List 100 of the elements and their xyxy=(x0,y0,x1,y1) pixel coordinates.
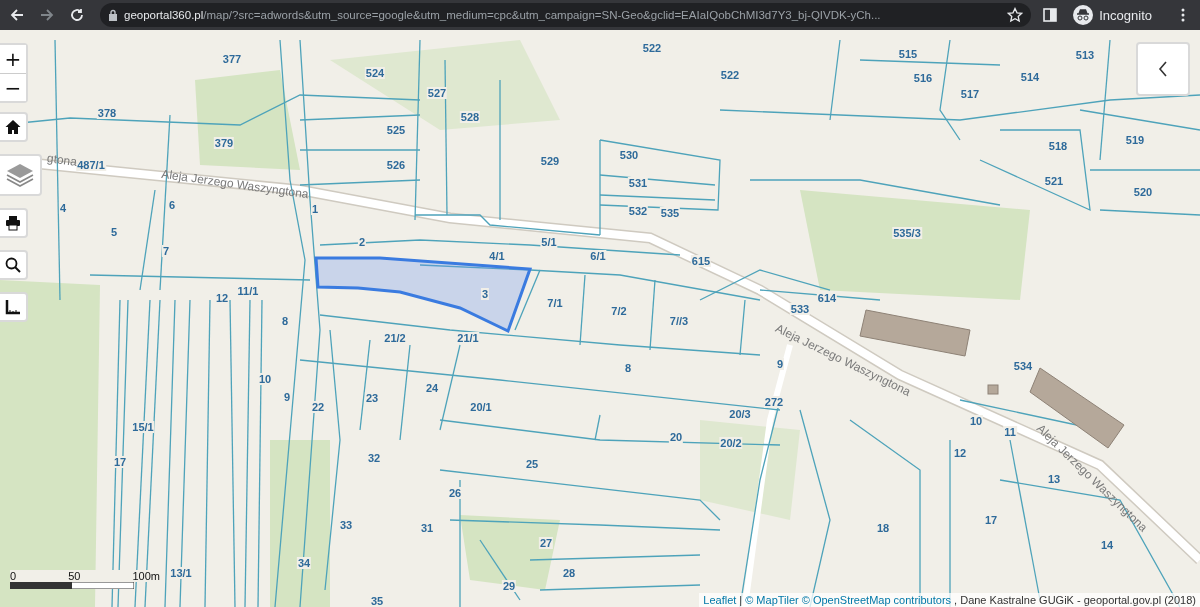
parcel-number: 517 xyxy=(959,88,981,100)
parcel-number: 31 xyxy=(419,522,435,534)
parcel-number: 11/1 xyxy=(236,285,260,297)
parcel-number: 615 xyxy=(690,255,712,267)
parcel-number: 13/1 xyxy=(169,567,193,579)
parcel-number: 20/1 xyxy=(469,401,493,413)
parcel-number: 513 xyxy=(1074,49,1096,61)
incognito-icon xyxy=(1073,5,1094,25)
parcel-number: 17 xyxy=(983,514,999,526)
print-button[interactable] xyxy=(0,208,28,238)
parcel-number: 20/2 xyxy=(719,437,743,449)
parcel-number: 22 xyxy=(310,401,326,413)
bookmark-star-icon[interactable] xyxy=(1007,7,1024,23)
ruler-icon xyxy=(5,299,21,315)
parcel-number: 35 xyxy=(369,595,385,607)
parcel-number: 528 xyxy=(459,111,481,123)
parcel-number: 25 xyxy=(524,458,540,470)
parcel-number: 7/1 xyxy=(546,297,564,309)
incognito-profile-button[interactable]: Incognito xyxy=(1073,5,1152,25)
leaflet-link[interactable]: Leaflet xyxy=(703,594,737,606)
parcel-number: 23 xyxy=(364,392,380,404)
parcel-number: 34 xyxy=(296,557,312,569)
parcel-number: 379 xyxy=(213,137,235,149)
parcel-number: 12 xyxy=(214,292,230,304)
scale-label: 50 xyxy=(68,570,81,582)
parcel-number: 13 xyxy=(1046,473,1062,485)
parcel-number: 26 xyxy=(447,487,463,499)
street-name: gtona xyxy=(46,151,78,169)
address-bar[interactable]: geoportal360.pl/map/?src=adwords&utm_source=google&utm_medium=cpc&utm_campaign=SN-Geo&gclid=EAIaIQobChMI3d7Y3_bj-QIVDK-yCh... xyxy=(100,3,1032,27)
measure-button[interactable] xyxy=(0,292,28,322)
parcel-number: 7/2 xyxy=(610,305,628,317)
parcel-number: 8 xyxy=(280,315,290,327)
parcel-number: 8 xyxy=(623,362,633,374)
parcel-number: 21/2 xyxy=(383,332,407,344)
home-button[interactable] xyxy=(0,112,28,142)
parcel-number: 6/1 xyxy=(589,250,607,262)
parcel-number: 514 xyxy=(1019,71,1041,83)
home-icon xyxy=(5,119,21,135)
parcel-number: 532 xyxy=(627,205,649,217)
parcel-number: 377 xyxy=(221,53,243,65)
search-button[interactable] xyxy=(0,250,28,280)
parcel-number: 272 xyxy=(763,396,785,408)
printer-icon xyxy=(5,215,21,231)
parcel-number: 20 xyxy=(668,431,684,443)
parcel-number: 28 xyxy=(561,567,577,579)
parcel-number: 535 xyxy=(659,207,681,219)
layers-icon xyxy=(6,162,34,188)
parcel-number: 2 xyxy=(357,236,367,248)
parcel-number: 527 xyxy=(426,87,448,99)
parcel-number: 526 xyxy=(385,159,407,171)
parcel-number: 11 xyxy=(1003,426,1017,438)
parcel-number: 378 xyxy=(96,107,118,119)
parcel-number: 529 xyxy=(539,155,561,167)
scale-label: 0 xyxy=(10,570,17,582)
parcel-number: 5 xyxy=(109,226,119,238)
parcel-number: 20/3 xyxy=(728,408,752,420)
parcel-number: 530 xyxy=(618,149,640,161)
parcel-number: 533 xyxy=(789,303,811,315)
parcel-number: 516 xyxy=(912,72,934,84)
parcel-number: 522 xyxy=(641,42,663,54)
attribution-separator: | xyxy=(739,594,743,606)
parcel-number: 521 xyxy=(1043,175,1065,187)
parcel-number: 9 xyxy=(282,391,292,403)
street-name: Aleja Jerzego Waszyngtona xyxy=(160,166,310,202)
zoom-out-button[interactable]: − xyxy=(0,73,26,101)
parcel-number: 524 xyxy=(364,67,386,79)
parcel-number: 21/1 xyxy=(456,332,480,344)
panel-toggle-button[interactable] xyxy=(1136,42,1190,96)
parcel-number: 15/1 xyxy=(131,421,155,433)
parcel-number: 18 xyxy=(875,522,891,534)
maptiler-link[interactable]: © MapTiler xyxy=(745,594,799,606)
parcel-number: 5/1 xyxy=(540,236,558,248)
parcel-number: 7//3 xyxy=(668,315,690,327)
parcel-number: 1 xyxy=(310,203,320,215)
parcel-number: 9 xyxy=(775,358,785,370)
url-text: geoportal360.pl/map/?src=adwords&utm_source=google&utm_medium=cpc&utm_campaign=SN-Geo&gclid=EAIaIQobChMI3d7Y3_bj-QIVDK-yCh... xyxy=(124,9,882,21)
parcel-number: 614 xyxy=(816,292,838,304)
parcel-number: 522 xyxy=(719,69,741,81)
chevron-left-icon xyxy=(1158,61,1168,77)
parcel-number: 33 xyxy=(338,519,354,531)
parcel-number: 519 xyxy=(1124,134,1146,146)
attribution-text: , Dane Kastralne GUGiK - geoportal.gov.pl (2018) xyxy=(954,594,1196,606)
parcel-number: 531 xyxy=(627,177,649,189)
openstreetmap-link[interactable]: © OpenStreetMap contributors xyxy=(801,594,952,606)
search-icon xyxy=(5,257,21,273)
parcel-number: 10 xyxy=(257,373,273,385)
parcel-number: 520 xyxy=(1132,186,1154,198)
parcel-number: 525 xyxy=(385,124,407,136)
parcel-number: 4 xyxy=(58,202,68,214)
parcel-number: 14 xyxy=(1099,539,1115,551)
parcel-number: 534 xyxy=(1012,360,1034,372)
layers-button[interactable] xyxy=(0,154,42,196)
parcel-number: 487/1 xyxy=(76,159,106,171)
parcel-number: 10 xyxy=(968,415,984,427)
lock-icon xyxy=(108,9,118,21)
parcel-number: 535/3 xyxy=(892,227,922,239)
parcel-number: 24 xyxy=(424,382,440,394)
parcel-number: 518 xyxy=(1047,140,1069,152)
parcel-number: 12 xyxy=(952,447,968,459)
parcel-number: 29 xyxy=(501,580,517,592)
